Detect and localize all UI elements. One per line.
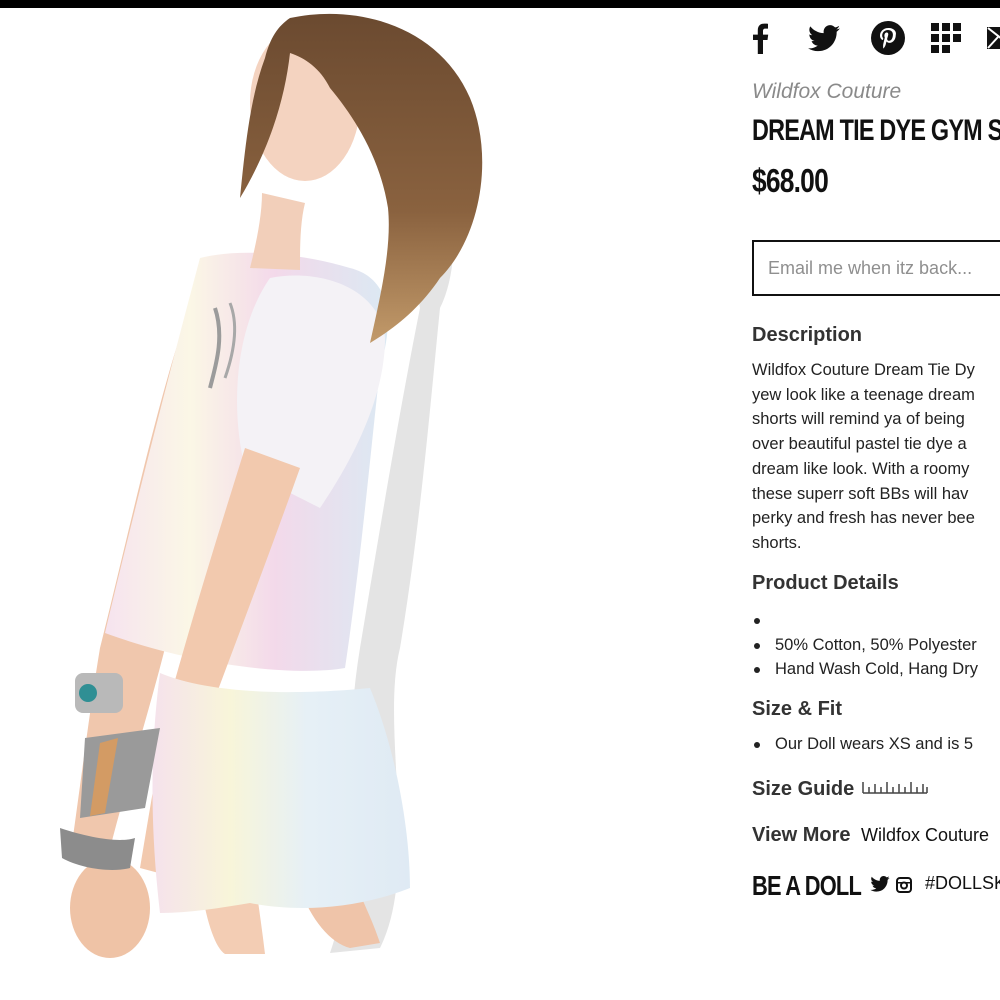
social-share-bar <box>752 18 1000 58</box>
description-heading: Description <box>752 324 863 346</box>
product-details-list: 50% Cotton, 50% Polyester Hand Wash Cold… <box>752 608 978 682</box>
twitter-icon[interactable] <box>807 18 841 58</box>
description-text: Wildfox Couture Dream Tie Dy yew look li… <box>752 358 1000 556</box>
instagram-icon[interactable] <box>896 877 912 898</box>
brand-name[interactable]: Wildfox Couture <box>752 80 901 104</box>
view-more-label: View More <box>752 824 851 846</box>
product-price: $68.00 <box>752 162 829 199</box>
ruler-icon <box>862 780 928 799</box>
view-more: View More Wildfox Couture <box>752 824 989 847</box>
list-item <box>752 608 978 633</box>
product-photo[interactable] <box>0 8 725 1000</box>
product-details-heading: Product Details <box>752 572 899 594</box>
product-info-panel: Wildfox Couture DREAM TIE DYE GYM S $68.… <box>752 8 1000 1000</box>
description-line: Wildfox Couture Dream Tie Dy <box>752 361 975 379</box>
size-fit-list: Our Doll wears XS and is 5 <box>752 732 973 757</box>
email-icon[interactable] <box>987 18 1000 58</box>
fancy-icon[interactable] <box>930 18 962 58</box>
size-fit-heading: Size & Fit <box>752 698 843 720</box>
description-line: perky and fresh has never bee <box>752 509 975 528</box>
list-item: Our Doll wears XS and is 5 <box>752 732 973 757</box>
pinterest-icon[interactable] <box>870 18 906 58</box>
description-line: shorts will remind ya of being <box>752 410 965 429</box>
description-line: these superr soft BBs will hav <box>752 484 969 503</box>
twitter-icon[interactable] <box>870 876 890 897</box>
be-a-doll-label: BE A DOLL <box>752 870 862 901</box>
product-title: DREAM TIE DYE GYM S <box>752 114 1000 147</box>
notify-email-input[interactable] <box>752 240 1000 296</box>
model-illustration <box>60 13 483 958</box>
list-item: Hand Wash Cold, Hang Dry <box>752 657 978 682</box>
description-line: dream like look. With a roomy <box>752 459 970 478</box>
description-line: over beautiful pastel tie dye a <box>752 435 967 454</box>
view-more-brand-link[interactable]: Wildfox Couture <box>861 825 989 845</box>
size-guide-label: Size Guide <box>752 778 855 800</box>
list-item: 50% Cotton, 50% Polyester <box>752 633 978 658</box>
description-line: yew look like a teenage dream <box>752 385 975 404</box>
be-a-doll-bar: BE A DOLL #DOLLSK <box>752 870 1000 901</box>
description-line: shorts. <box>752 533 802 552</box>
size-guide-link[interactable]: Size Guide <box>752 778 928 801</box>
hashtag-link[interactable]: #DOLLSK <box>925 873 1000 894</box>
top-bar <box>0 0 1000 8</box>
facebook-icon[interactable] <box>752 18 770 58</box>
